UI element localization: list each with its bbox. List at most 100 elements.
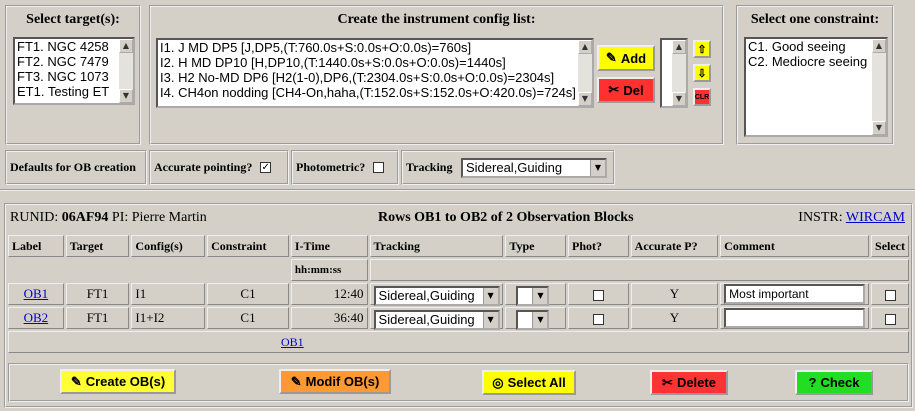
col-header: Config(s) xyxy=(131,235,206,257)
move-up-button[interactable]: ⇧ xyxy=(693,40,711,58)
units-spacer xyxy=(8,259,289,281)
configs-panel: Create the instrument config list: I1. J… xyxy=(149,5,724,145)
target-option[interactable]: FT3. NGC 1073 xyxy=(15,69,133,84)
instr-link[interactable]: WIRCAM xyxy=(846,210,905,225)
select-all-label: Select All xyxy=(507,375,566,390)
ob-select-checkbox[interactable] xyxy=(884,289,896,301)
col-header: Select xyxy=(871,235,909,257)
target-option[interactable]: FT1. NGC 4258 xyxy=(15,39,133,54)
add-config-button[interactable]: ✎ Add xyxy=(597,45,655,71)
col-header: Target xyxy=(65,235,130,257)
footer-cell: OB1 xyxy=(8,331,909,353)
target-option[interactable]: FT2. NGC 7479 xyxy=(15,54,133,69)
runid-label: RUNID: xyxy=(10,210,59,225)
scroll-down-icon[interactable]: ▼ xyxy=(578,92,592,106)
col-header: Phot? xyxy=(567,235,629,257)
scroll-down-icon[interactable]: ▼ xyxy=(672,92,686,106)
ob-label-link[interactable]: OB1 xyxy=(24,286,49,301)
configs-listbox[interactable]: I1. J MD DP5 [J,DP5,(T:760.0s+S:0.0s+O:0… xyxy=(156,38,594,108)
delete-button[interactable]: ✂ Delete xyxy=(650,370,728,395)
del-config-button[interactable]: ✂ Del xyxy=(597,77,655,103)
target-icon: ◎ xyxy=(492,374,504,390)
accurate-pointing-label: Accurate pointing? xyxy=(154,160,253,174)
units-spacer xyxy=(369,259,909,281)
constraint-option[interactable]: C1. Good seeing xyxy=(746,39,886,54)
clear-button[interactable]: CLR xyxy=(693,88,711,106)
photometric-group: Photometric? xyxy=(291,150,399,185)
constraints-listbox[interactable]: C1. Good seeing C2. Mediocre seeing ▲ ▼ xyxy=(744,37,888,137)
modif-ob-button[interactable]: ✎ Modif OB(s) xyxy=(279,369,391,394)
photometric-checkbox[interactable] xyxy=(373,162,385,173)
constraints-scrollbar[interactable]: ▲ ▼ xyxy=(872,39,886,135)
ob-tracking-select[interactable]: Sidereal,Guiding ▼ xyxy=(373,286,500,306)
arrow-down-icon: ⇩ xyxy=(697,67,707,80)
scroll-down-icon[interactable]: ▼ xyxy=(119,89,133,103)
ob-type-select[interactable]: ▼ xyxy=(516,310,550,330)
scroll-up-icon[interactable]: ▲ xyxy=(672,40,686,54)
pi-label: PI: xyxy=(111,210,129,225)
target-option[interactable]: ET1. Testing ET xyxy=(15,84,133,99)
ob-itime: 36:40 xyxy=(290,307,368,329)
table-units-row: hh:mm:ss xyxy=(8,259,909,281)
scroll-down-icon[interactable]: ▼ xyxy=(872,121,886,135)
chevron-down-icon[interactable]: ▼ xyxy=(532,312,548,328)
chevron-down-icon[interactable]: ▼ xyxy=(590,160,605,176)
targets-listbox[interactable]: FT1. NGC 4258 FT2. NGC 7479 FT3. NGC 107… xyxy=(13,37,135,105)
chevron-down-icon[interactable]: ▼ xyxy=(482,312,498,328)
ob-type-select[interactable]: ▼ xyxy=(516,286,550,306)
col-header: I-Time xyxy=(290,235,368,257)
targets-panel: Select target(s): FT1. NGC 4258 FT2. NGC… xyxy=(5,5,141,145)
instr-label: INSTR: xyxy=(798,210,843,225)
constraints-title: Select one constraint: xyxy=(750,12,880,27)
ob-tracking-select[interactable]: Sidereal,Guiding ▼ xyxy=(373,310,500,330)
ob-label-link[interactable]: OB2 xyxy=(24,310,49,325)
scissors-icon: ✂ xyxy=(662,374,673,390)
configs-title: Create the instrument config list: xyxy=(337,12,536,27)
ob-type-cell: ▼ xyxy=(505,307,566,330)
chevron-down-icon[interactable]: ▼ xyxy=(532,288,548,304)
ob-config: I1 xyxy=(131,283,206,305)
footer-page-link[interactable]: OB1 xyxy=(281,335,304,349)
scroll-up-icon[interactable]: ▲ xyxy=(119,39,133,53)
move-down-button[interactable]: ⇩ xyxy=(693,64,711,82)
targets-scrollbar[interactable]: ▲ ▼ xyxy=(119,39,133,103)
select-all-button[interactable]: ◎ Select All xyxy=(482,370,576,395)
ob-tracking-value: Sidereal,Guiding xyxy=(378,312,475,327)
ob-constraint: C1 xyxy=(207,307,289,329)
check-button[interactable]: ? Check xyxy=(795,370,873,395)
tracking-select[interactable]: Sidereal,Guiding ▼ xyxy=(461,158,607,178)
del-label: Del xyxy=(623,82,644,98)
table-footer-row: OB1 xyxy=(8,331,909,353)
ob-phot-checkbox[interactable] xyxy=(592,289,604,301)
pi-value: Pierre Martin xyxy=(131,210,207,225)
constraints-panel: Select one constraint: C1. Good seeing C… xyxy=(736,5,894,145)
constraint-option[interactable]: C2. Mediocre seeing xyxy=(746,54,886,69)
accurate-pointing-checkbox[interactable]: ✓ xyxy=(260,162,272,173)
config-order-listbox[interactable]: ▲ ▼ xyxy=(660,38,688,108)
config-option[interactable]: I2. H MD DP10 [H,DP10,(T:1440.0s+S:0.0s+… xyxy=(158,55,592,70)
config-option[interactable]: I1. J MD DP5 [J,DP5,(T:760.0s+S:0.0s+O:0… xyxy=(158,40,592,55)
rows-info: Rows OB1 to OB2 of 2 Observation Blocks xyxy=(378,210,634,225)
chevron-down-icon[interactable]: ▼ xyxy=(482,288,498,304)
configs-scrollbar[interactable]: ▲ ▼ xyxy=(578,40,592,106)
config-option[interactable]: I3. H2 No-MD DP6 [H2(1-0),DP6,(T:2304.0s… xyxy=(158,70,592,85)
run-info: RUNID: 06AF94 PI: Pierre Martin xyxy=(10,210,207,226)
section-divider xyxy=(0,189,915,193)
create-ob-button[interactable]: ✎ Create OB(s) xyxy=(60,369,176,394)
scroll-up-icon[interactable]: ▲ xyxy=(578,40,592,54)
config-order-scrollbar[interactable]: ▲ ▼ xyxy=(672,40,686,106)
ob-select-checkbox[interactable] xyxy=(884,313,896,325)
scroll-up-icon[interactable]: ▲ xyxy=(872,39,886,53)
delete-label: Delete xyxy=(676,375,716,390)
ob-accurate: Y xyxy=(630,307,719,329)
question-icon: ? xyxy=(808,375,817,390)
ob-comment-input[interactable]: Most important xyxy=(724,284,866,304)
ob-phot-checkbox[interactable] xyxy=(592,313,604,325)
ob-target: FT1 xyxy=(65,283,130,305)
ob-tracking-value: Sidereal,Guiding xyxy=(378,288,475,303)
config-option[interactable]: I4. CH4on nodding [CH4-On,haha,(T:152.0s… xyxy=(158,85,592,100)
ob-tracking-cell: Sidereal,Guiding ▼ xyxy=(369,283,504,306)
ob-comment-input[interactable] xyxy=(724,308,866,328)
col-header: Constraint xyxy=(207,235,289,257)
defaults-bar: Defaults for OB creation Accurate pointi… xyxy=(5,150,615,185)
